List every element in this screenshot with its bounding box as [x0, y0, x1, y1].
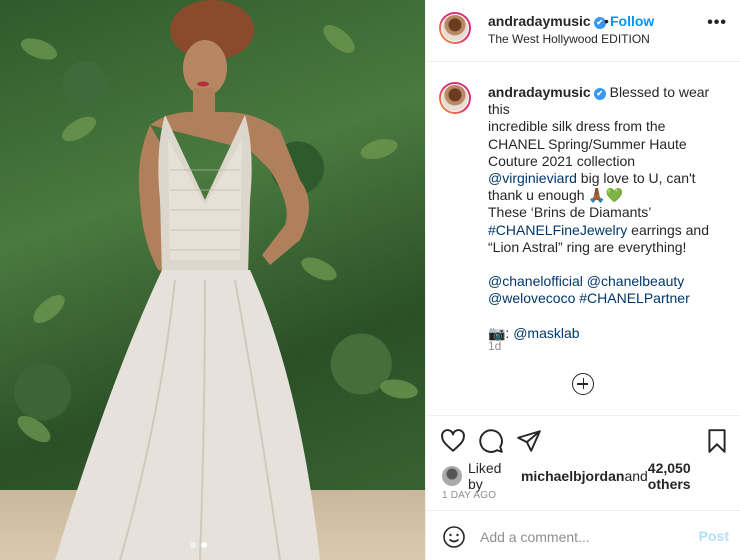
comment-icon[interactable] — [478, 428, 504, 454]
header-separator: • — [604, 13, 609, 29]
carousel-dot-active — [201, 542, 207, 548]
instagram-post: andradaymusic ✔ • Follow The West Hollywo… — [0, 0, 740, 560]
avatar[interactable] — [442, 466, 462, 486]
mention-link[interactable]: @masklab — [513, 325, 579, 341]
post-date[interactable]: 1 DAY AGO — [442, 490, 496, 501]
mention-link[interactable]: @welovecoco — [488, 290, 575, 306]
add-circle-icon[interactable] — [572, 373, 594, 395]
bookmark-icon[interactable] — [704, 428, 730, 454]
post-location[interactable]: The West Hollywood EDITION — [488, 32, 650, 46]
action-bar — [426, 416, 740, 460]
caption-line: These ‘Brins de Diamants’ — [488, 204, 652, 221]
caption-line: Couture 2021 collection — [488, 152, 636, 169]
emoji-icon[interactable] — [442, 525, 466, 549]
likes-prefix: Liked by — [468, 460, 502, 492]
carousel-indicator — [190, 542, 207, 548]
avatar[interactable] — [439, 82, 471, 114]
post-header: andradaymusic ✔ • Follow The West Hollywo… — [426, 0, 740, 62]
caption-comment: andradaymusic ✔ Blessed to wear this incr… — [426, 62, 740, 416]
caption-line: earrings and — [627, 221, 709, 238]
mention-link[interactable]: @chanelbeauty — [587, 273, 685, 289]
heart-icon[interactable] — [440, 428, 466, 454]
add-comment-bar: Post — [426, 510, 740, 560]
caption-line: big love to U, can't — [576, 170, 696, 187]
avatar[interactable] — [439, 12, 471, 44]
likes-middle: and — [624, 468, 648, 484]
comment-input[interactable] — [478, 524, 682, 550]
liked-by-user[interactable]: michaelbjordan — [521, 468, 624, 484]
post-comment-button[interactable]: Post — [699, 528, 729, 544]
caption-line: incredible silk dress from the — [488, 118, 666, 135]
comment-age[interactable]: 1d — [488, 339, 501, 353]
caption-line: CHANEL Spring/Summer Haute — [488, 135, 687, 152]
post-username[interactable]: andradaymusic ✔ — [488, 13, 606, 29]
verified-badge-icon: ✔ — [593, 88, 606, 100]
person-in-white-gown — [55, 0, 320, 560]
hashtag-link[interactable]: #CHANELPartner — [579, 290, 690, 306]
likes-count[interactable]: 42,050 others — [648, 460, 732, 492]
caption-text: andradaymusic ✔ Blessed to wear this incr… — [488, 84, 726, 342]
post-sidebar: andradaymusic ✔ • Follow The West Hollywo… — [425, 0, 740, 560]
more-options-icon[interactable]: ••• — [707, 14, 727, 32]
follow-button[interactable]: Follow — [610, 13, 654, 29]
caption-line: “Lion Astral” ring are everything! — [488, 238, 687, 255]
share-icon[interactable] — [516, 428, 542, 454]
carousel-dot — [190, 542, 196, 548]
likes-summary: Liked by michaelbjordan and 42,050 other… — [442, 460, 732, 492]
hashtag-link[interactable]: #CHANELFineJewelry — [488, 222, 627, 238]
post-photo[interactable] — [0, 0, 425, 560]
mention-link[interactable]: @virginieviard — [488, 170, 577, 186]
caption-line: thank u enough 🙏🏾💚 — [488, 187, 624, 204]
mention-link[interactable]: @chanelofficial — [488, 273, 583, 289]
caption-username[interactable]: andradaymusic ✔ — [488, 84, 606, 100]
